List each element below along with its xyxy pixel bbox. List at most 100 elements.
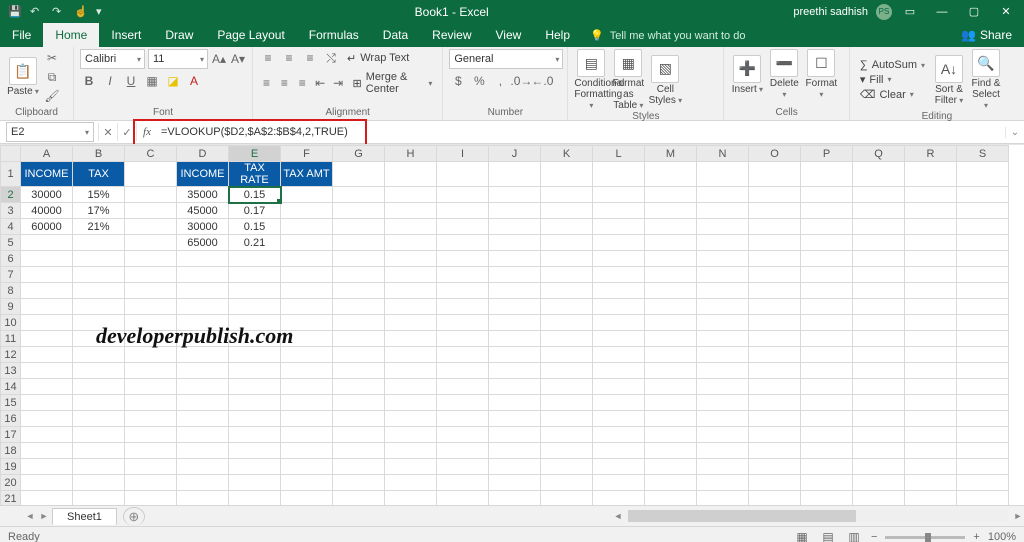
col-header-O[interactable]: O: [749, 146, 801, 162]
cell-S2[interactable]: [957, 187, 1009, 203]
cell-A14[interactable]: [21, 379, 73, 395]
cell-G19[interactable]: [333, 459, 385, 475]
col-header-F[interactable]: F: [281, 146, 333, 162]
cell-P1[interactable]: [801, 162, 853, 187]
cell-L21[interactable]: [593, 491, 645, 506]
cell-L5[interactable]: [593, 235, 645, 251]
cell-I12[interactable]: [437, 347, 489, 363]
row-header-10[interactable]: 10: [1, 315, 21, 331]
col-header-A[interactable]: A: [21, 146, 73, 162]
cell-L16[interactable]: [593, 411, 645, 427]
cell-C21[interactable]: [125, 491, 177, 506]
cell-E8[interactable]: [229, 283, 281, 299]
page-break-icon[interactable]: ▥: [845, 528, 863, 542]
cell-C20[interactable]: [125, 475, 177, 491]
tab-formulas[interactable]: Formulas: [297, 23, 371, 47]
cell-A19[interactable]: [21, 459, 73, 475]
qat-more-icon[interactable]: ▾: [96, 5, 110, 19]
cell-D7[interactable]: [177, 267, 229, 283]
insert-cells-button[interactable]: ➕Insert: [730, 55, 764, 95]
cell-F2[interactable]: [281, 187, 333, 203]
cell-Q5[interactable]: [853, 235, 905, 251]
cell-A11[interactable]: [21, 331, 73, 347]
cell-I16[interactable]: [437, 411, 489, 427]
cell-D8[interactable]: [177, 283, 229, 299]
cell-E21[interactable]: [229, 491, 281, 506]
cell-K2[interactable]: [541, 187, 593, 203]
align-top-icon[interactable]: ≡: [259, 49, 277, 67]
cell-L1[interactable]: [593, 162, 645, 187]
format-painter-icon[interactable]: 🖌: [43, 87, 61, 105]
cell-H10[interactable]: [385, 315, 437, 331]
cell-B5[interactable]: [73, 235, 125, 251]
cell-L6[interactable]: [593, 251, 645, 267]
cell-K10[interactable]: [541, 315, 593, 331]
cell-G3[interactable]: [333, 203, 385, 219]
cell-I19[interactable]: [437, 459, 489, 475]
cell-R5[interactable]: [905, 235, 957, 251]
cell-C9[interactable]: [125, 299, 177, 315]
cell-C6[interactable]: [125, 251, 177, 267]
cell-Q3[interactable]: [853, 203, 905, 219]
cell-I11[interactable]: [437, 331, 489, 347]
cell-styles-button[interactable]: ▧Cell Styles: [648, 55, 682, 106]
cell-Q8[interactable]: [853, 283, 905, 299]
orientation-icon[interactable]: ⤭: [322, 49, 340, 67]
comma-icon[interactable]: ,: [491, 72, 509, 90]
user-name[interactable]: preethi sadhish: [793, 6, 868, 18]
undo-icon[interactable]: ↶: [30, 5, 44, 19]
cell-H2[interactable]: [385, 187, 437, 203]
cell-J6[interactable]: [489, 251, 541, 267]
cell-S6[interactable]: [957, 251, 1009, 267]
cell-H17[interactable]: [385, 427, 437, 443]
cell-K14[interactable]: [541, 379, 593, 395]
align-right-icon[interactable]: ≡: [295, 74, 310, 92]
cell-A9[interactable]: [21, 299, 73, 315]
cell-L14[interactable]: [593, 379, 645, 395]
cell-M13[interactable]: [645, 363, 697, 379]
cell-N10[interactable]: [697, 315, 749, 331]
cell-M19[interactable]: [645, 459, 697, 475]
cell-H15[interactable]: [385, 395, 437, 411]
cell-H12[interactable]: [385, 347, 437, 363]
cell-O9[interactable]: [749, 299, 801, 315]
cell-L2[interactable]: [593, 187, 645, 203]
row-header-11[interactable]: 11: [1, 331, 21, 347]
cell-J10[interactable]: [489, 315, 541, 331]
col-header-K[interactable]: K: [541, 146, 593, 162]
col-header-N[interactable]: N: [697, 146, 749, 162]
delete-cells-button[interactable]: ➖Delete: [767, 49, 801, 100]
cell-P5[interactable]: [801, 235, 853, 251]
cell-N9[interactable]: [697, 299, 749, 315]
cell-G15[interactable]: [333, 395, 385, 411]
copy-icon[interactable]: ⧉: [43, 68, 61, 86]
cell-G20[interactable]: [333, 475, 385, 491]
cell-S16[interactable]: [957, 411, 1009, 427]
cell-G13[interactable]: [333, 363, 385, 379]
cell-M3[interactable]: [645, 203, 697, 219]
cell-B16[interactable]: [73, 411, 125, 427]
cell-B2[interactable]: 15%: [73, 187, 125, 203]
cell-L18[interactable]: [593, 443, 645, 459]
cell-H16[interactable]: [385, 411, 437, 427]
cell-D20[interactable]: [177, 475, 229, 491]
cell-M18[interactable]: [645, 443, 697, 459]
avatar[interactable]: PS: [876, 4, 892, 20]
cell-O16[interactable]: [749, 411, 801, 427]
autosum-button[interactable]: ∑AutoSum: [856, 58, 929, 72]
cell-D1[interactable]: INCOME: [177, 162, 229, 187]
accounting-icon[interactable]: $: [449, 72, 467, 90]
ribbon-options-icon[interactable]: ▭: [896, 2, 924, 22]
cell-J11[interactable]: [489, 331, 541, 347]
cell-L15[interactable]: [593, 395, 645, 411]
cell-P3[interactable]: [801, 203, 853, 219]
cell-I18[interactable]: [437, 443, 489, 459]
increase-decimal-icon[interactable]: .0→: [512, 72, 530, 90]
cell-S19[interactable]: [957, 459, 1009, 475]
cell-Q2[interactable]: [853, 187, 905, 203]
cell-O11[interactable]: [749, 331, 801, 347]
cell-I7[interactable]: [437, 267, 489, 283]
cell-N7[interactable]: [697, 267, 749, 283]
cell-L11[interactable]: [593, 331, 645, 347]
cell-S20[interactable]: [957, 475, 1009, 491]
